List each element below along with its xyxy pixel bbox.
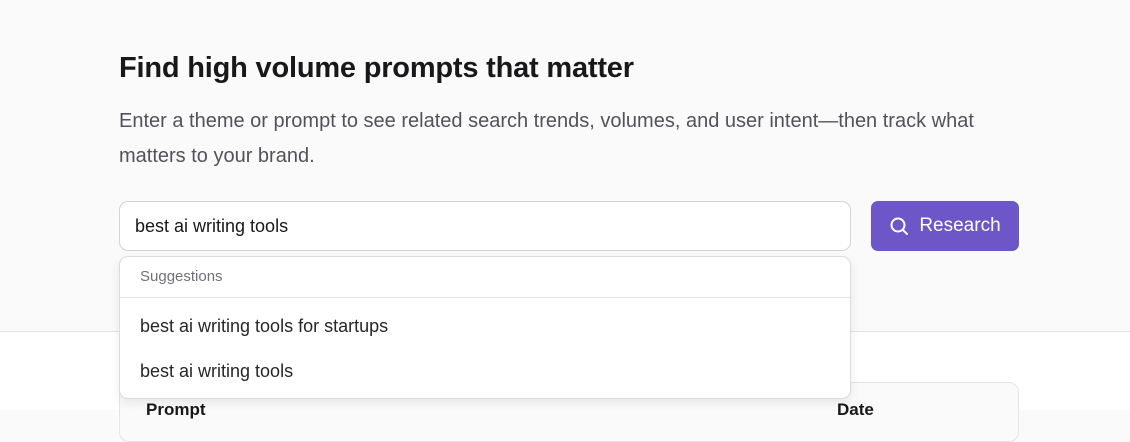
research-button-label: Research — [919, 215, 1001, 236]
suggestions-dropdown: Suggestions best ai writing tools for st… — [119, 256, 851, 399]
suggestion-item[interactable]: best ai writing tools for startups — [120, 306, 850, 346]
research-button[interactable]: Research — [871, 201, 1019, 251]
dropdown-divider — [120, 297, 850, 298]
page-subtitle: Enter a theme or prompt to see related s… — [119, 110, 974, 167]
search-input[interactable] — [119, 201, 851, 251]
suggestions-header: Suggestions — [140, 268, 223, 285]
column-header-date[interactable]: Date — [837, 400, 874, 420]
suggestion-item[interactable]: best ai writing tools — [120, 351, 850, 391]
search-icon — [889, 216, 909, 236]
column-header-prompt[interactable]: Prompt — [146, 400, 206, 420]
page-title: Find high volume prompts that matter — [119, 52, 634, 84]
